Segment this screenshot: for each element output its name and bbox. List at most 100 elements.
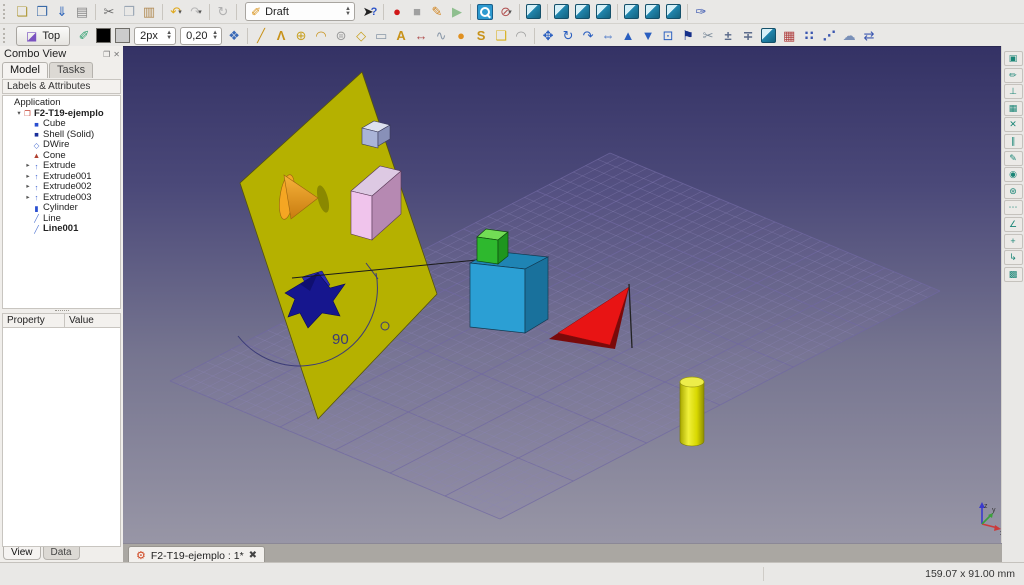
trimex-icon[interactable]: ⇔ [598, 26, 618, 46]
blue-cube[interactable] [470, 251, 548, 333]
working-plane-button[interactable]: ◪ Top [16, 26, 70, 46]
snap-perpendicular-icon[interactable]: ⊥ [1004, 84, 1023, 99]
line-width-arrows[interactable]: ▲▼ [163, 31, 172, 41]
snap-angle-icon[interactable]: ∠ [1004, 217, 1023, 232]
line-color-swatch[interactable] [96, 28, 111, 43]
view-top-icon[interactable] [575, 4, 590, 19]
add-point-icon[interactable]: ± [718, 26, 738, 46]
draft-line-icon[interactable]: ╱ [251, 26, 271, 46]
text-scale-spinner[interactable]: 0,20 ▲▼ [180, 27, 222, 45]
undo-icon-dropdown[interactable]: ▾ [178, 8, 182, 16]
macro-record-icon[interactable]: ● [387, 2, 407, 22]
macro-play-icon[interactable]: ▶ [447, 2, 467, 22]
undo-icon[interactable]: ↶▾ [166, 2, 186, 22]
face-color-swatch[interactable] [115, 28, 130, 43]
document-tab-close-icon[interactable]: ✖ [249, 550, 257, 561]
snap-center-icon[interactable]: ◉ [1004, 167, 1023, 182]
copy-icon[interactable]: ❐ [119, 2, 139, 22]
draw-style-icon[interactable]: ⊘▾ [496, 2, 516, 22]
workbench-selector-arrows[interactable]: ▲▼ [342, 7, 351, 17]
panel-float-icon[interactable]: ❐ [103, 50, 110, 59]
line-width-spinner[interactable]: 2px ▲▼ [134, 27, 176, 45]
view-axonometric-icon[interactable] [526, 4, 541, 19]
tree-expander[interactable]: ▸ [24, 172, 32, 183]
model-tree[interactable]: Application▾❒F2-T19-ejemplo■Cube■Shell (… [2, 95, 121, 309]
snap-parallel-icon[interactable]: ∥ [1004, 134, 1023, 149]
view-left-icon[interactable] [666, 4, 681, 19]
draft-point-icon[interactable]: ● [451, 26, 471, 46]
downgrade-icon[interactable]: ▼ [638, 26, 658, 46]
move-icon[interactable]: ✥ [538, 26, 558, 46]
snap-midpoint-icon[interactable]: + [1004, 234, 1023, 249]
tree-expander[interactable]: ▸ [24, 161, 32, 172]
edit-icon[interactable]: ⚑ [678, 26, 698, 46]
autogroup-icon[interactable]: ❖ [224, 26, 244, 46]
snap-near-icon[interactable]: ✎ [1004, 151, 1023, 166]
text-scale-arrows[interactable]: ▲▼ [209, 31, 218, 41]
tab-tasks[interactable]: Tasks [49, 62, 93, 78]
snap-endpoint-icon[interactable]: ✏ [1004, 68, 1023, 83]
save-icon[interactable]: ⇓ [52, 2, 72, 22]
cut-icon[interactable]: ✂ [99, 2, 119, 22]
3d-viewport[interactable]: 90 [123, 46, 1002, 544]
panel-close-icon[interactable]: ✕ [113, 50, 120, 59]
toolbar-grip[interactable] [3, 28, 9, 43]
construction-mode-icon[interactable]: ✐ [74, 26, 94, 46]
print-icon[interactable]: ▤ [72, 2, 92, 22]
snap-grid-icon[interactable]: ▦ [1004, 101, 1023, 116]
point-array-icon[interactable]: ∷ [799, 26, 819, 46]
upgrade-icon[interactable]: ▲ [618, 26, 638, 46]
tree-item-extrude002[interactable]: ▸↑Extrude002 [3, 182, 120, 193]
3d-scene[interactable]: 90 [123, 47, 1002, 544]
tree-item-extrude[interactable]: ▸↑Extrude [3, 161, 120, 172]
value-column-header[interactable]: Value [65, 315, 120, 326]
scale-icon[interactable]: ⊡ [658, 26, 678, 46]
draft-shapestring-icon[interactable]: S [471, 26, 491, 46]
property-table-body[interactable] [2, 328, 121, 547]
property-column-header[interactable]: Property [3, 314, 65, 327]
toolbar-grip[interactable] [3, 4, 9, 19]
tree-expander[interactable]: ▸ [24, 182, 32, 193]
view-bottom-icon[interactable] [645, 4, 660, 19]
snap-working-plane-icon[interactable]: ▩ [1004, 267, 1023, 282]
draft-rectangle-icon[interactable]: ▭ [371, 26, 391, 46]
snap-lock-icon[interactable]: ▣ [1004, 51, 1023, 66]
tree-expander[interactable]: ▾ [15, 109, 23, 120]
macro-stop-icon[interactable]: ■ [407, 2, 427, 22]
draft-polygon-icon[interactable]: ◇ [351, 26, 371, 46]
macro-edit-icon[interactable]: ✎ [427, 2, 447, 22]
tree-item-cube[interactable]: ■Cube [3, 119, 120, 130]
draft-wire-icon[interactable]: Λ [271, 26, 291, 46]
clone-icon[interactable]: ☁ [839, 26, 859, 46]
tab-model[interactable]: Model [2, 62, 48, 78]
snap-special-icon[interactable]: ⊛ [1004, 184, 1023, 199]
green-cube[interactable] [477, 229, 508, 264]
path-array-icon[interactable]: ⋰ [819, 26, 839, 46]
snap-extension-icon[interactable]: ↳ [1004, 250, 1023, 265]
rotate-icon[interactable]: ↻ [558, 26, 578, 46]
draft-text-icon[interactable]: A [391, 26, 411, 46]
draft-bspline-icon[interactable]: ∿ [431, 26, 451, 46]
tree-item-dwire[interactable]: ◇DWire [3, 140, 120, 151]
redo-icon[interactable]: ↷▾ [186, 2, 206, 22]
view-front-icon[interactable] [554, 4, 569, 19]
whats-this-icon[interactable]: ➤? [360, 2, 380, 22]
view-rear-icon[interactable] [624, 4, 639, 19]
shape2dview-icon[interactable] [761, 28, 776, 43]
draft-arc-icon[interactable]: ◠ [311, 26, 331, 46]
draft-ellipse-icon[interactable]: ⊜ [331, 26, 351, 46]
redo-icon-dropdown[interactable]: ▾ [198, 8, 202, 16]
delete-point-icon[interactable]: ∓ [738, 26, 758, 46]
workbench-selector[interactable]: ✐ Draft ▲▼ [245, 2, 355, 21]
tree-item-line001[interactable]: ╱Line001 [3, 224, 120, 235]
tab-view-properties[interactable]: View [3, 547, 41, 560]
draft-circle-icon[interactable]: ⊕ [291, 26, 311, 46]
draft-facebinder-icon[interactable]: ❑ [491, 26, 511, 46]
draw-style-icon-dropdown[interactable]: ▾ [508, 8, 512, 16]
tab-data-properties[interactable]: Data [43, 547, 80, 560]
refresh-icon[interactable]: ↻ [213, 2, 233, 22]
snap-dimensions-icon[interactable]: ⋯ [1004, 200, 1023, 215]
tree-item-application[interactable]: Application [3, 98, 120, 109]
subelement-mode-icon[interactable]: ✂ [698, 26, 718, 46]
draft-bezier-icon[interactable]: ◠ [511, 26, 531, 46]
